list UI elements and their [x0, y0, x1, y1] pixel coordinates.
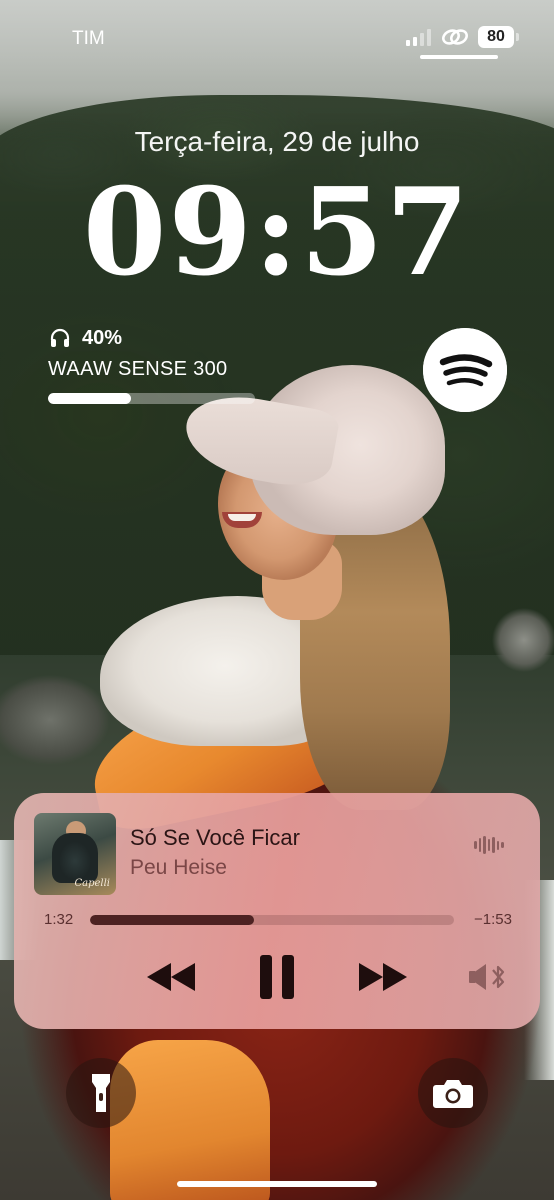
headphones-battery-percent: 40% [82, 326, 123, 349]
elapsed-time: 1:32 [44, 911, 74, 928]
song-title: Só Se Você Ficar [130, 825, 300, 850]
signal-strength-icon [406, 28, 431, 46]
lock-screen-time[interactable]: 09:57 [0, 162, 554, 303]
playback-progress-bar[interactable] [90, 915, 454, 925]
fast-forward-button[interactable] [354, 953, 414, 1001]
fast-forward-icon [359, 963, 407, 991]
spotify-icon [423, 328, 507, 412]
audio-output-button[interactable] [466, 953, 510, 1001]
remaining-time: −1:53 [474, 911, 512, 928]
flashlight-button[interactable] [66, 1058, 136, 1128]
lock-screen-date: Terça-feira, 29 de julho [134, 126, 420, 157]
artist-name: Peu Heise [130, 856, 227, 879]
camera-icon [433, 1080, 473, 1108]
rewind-button[interactable] [142, 953, 202, 1001]
speaker-bluetooth-icon [469, 964, 505, 990]
wallpaper-jacket-lining [110, 1040, 270, 1200]
album-artwork[interactable]: Capelli [34, 813, 116, 895]
headphones-battery-bar [48, 393, 255, 404]
status-bar: TIM 80 [0, 0, 554, 70]
camera-button[interactable] [418, 1058, 488, 1128]
now-playing-widget[interactable]: Capelli Só Se Você Ficar Peu Heise 1:32 … [14, 793, 540, 1029]
carrier-name: TIM [72, 28, 105, 49]
headphones-battery-fill [48, 393, 131, 404]
personal-hotspot-link-icon [442, 29, 468, 45]
spotify-widget[interactable] [423, 328, 507, 412]
album-art-figure [52, 833, 98, 883]
headphones-device-name: WAAW SENSE 300 [48, 358, 228, 380]
pause-icon [260, 955, 294, 999]
headphones-icon [50, 328, 70, 347]
wallpaper-rocks [474, 600, 554, 720]
rewind-icon [147, 963, 195, 991]
audio-waveform-icon[interactable] [474, 835, 505, 855]
headphones-battery-row: 40% [48, 326, 258, 350]
home-indicator[interactable] [177, 1181, 377, 1187]
battery-icon: 80 [478, 26, 519, 48]
headphones-battery-widget[interactable]: 40% WAAW SENSE 300 [48, 326, 258, 404]
pause-button[interactable] [252, 953, 302, 1001]
playback-progress-fill [90, 915, 254, 925]
status-indicator-bar [420, 55, 498, 59]
flashlight-icon [92, 1074, 110, 1112]
album-art-signature: Capelli [74, 878, 110, 889]
